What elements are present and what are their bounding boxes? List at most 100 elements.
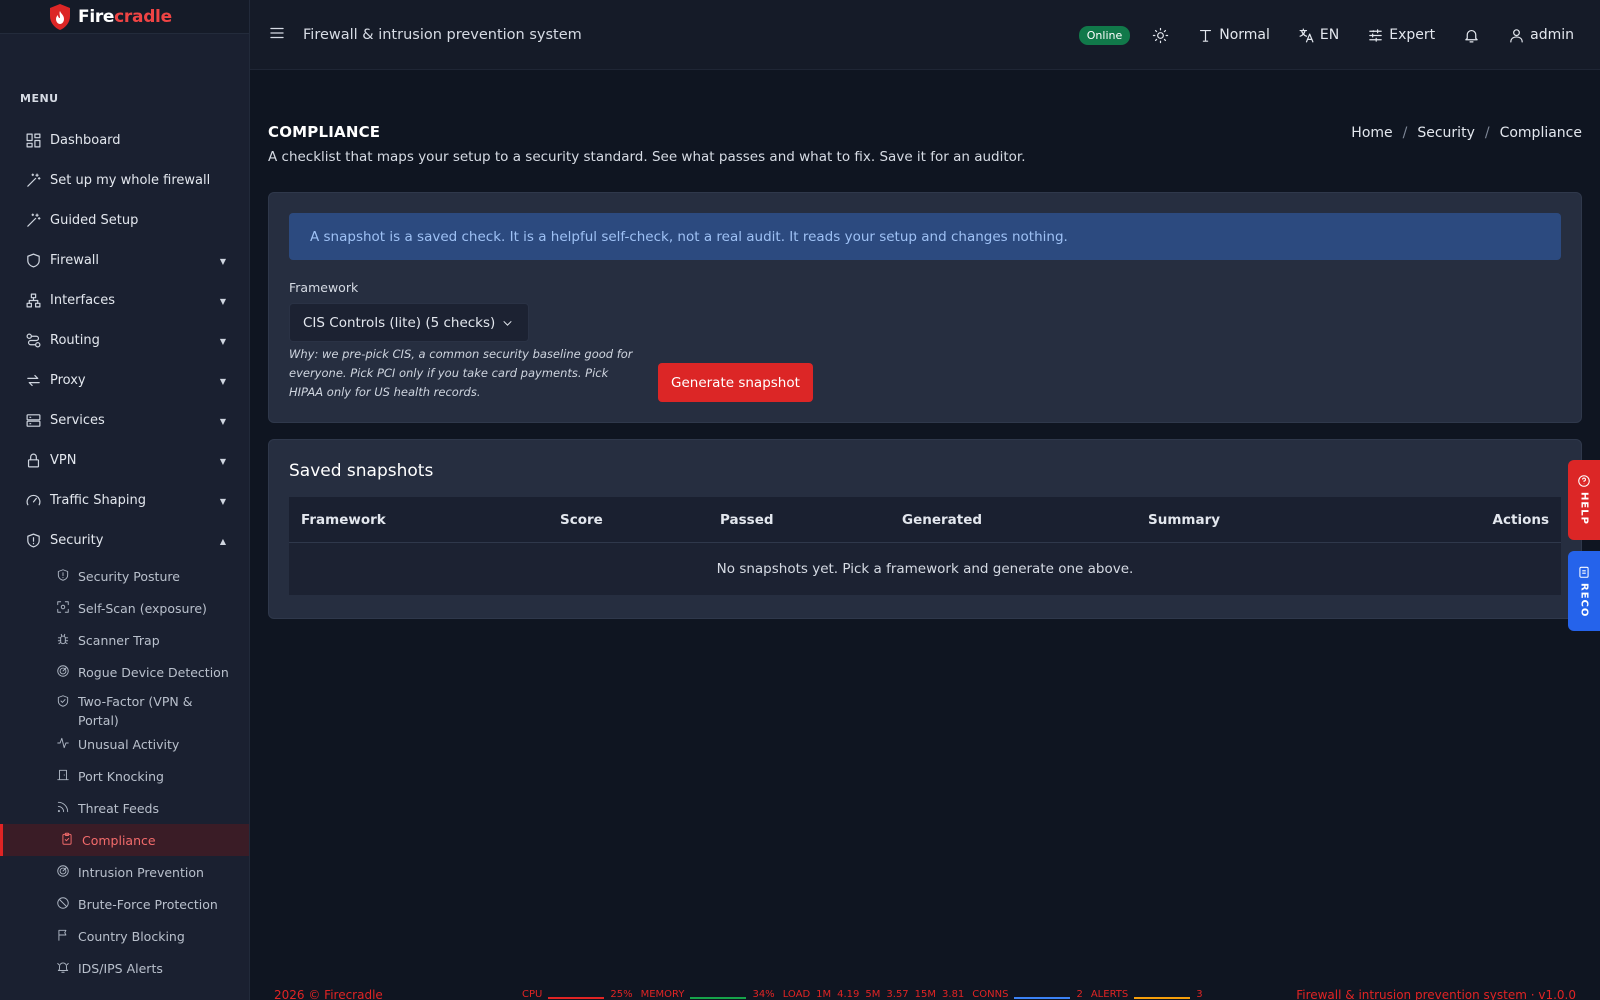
- page-title: COMPLIANCE: [268, 123, 381, 141]
- text-size-button[interactable]: Normal: [1197, 27, 1270, 44]
- help-side-tab[interactable]: HELP: [1568, 460, 1600, 540]
- sidebar-item-vpn[interactable]: VPN ▼: [0, 440, 249, 480]
- memory-label: MEMORY: [640, 989, 685, 1000]
- sidebar-item-guided-setup[interactable]: Guided Setup: [0, 200, 249, 240]
- sidebar-item-security-posture[interactable]: Security Posture: [0, 560, 249, 592]
- sidebar-item-rogue-device-detection[interactable]: Rogue Device Detection: [0, 656, 249, 688]
- alerts-label: ALERTS: [1090, 989, 1129, 1000]
- theme-toggle-button[interactable]: [1152, 27, 1169, 44]
- info-alert: A snapshot is a saved check. It is a hel…: [289, 213, 1561, 260]
- sliders-icon: [1369, 28, 1383, 42]
- firecradle-logo-icon: [50, 3, 70, 30]
- status-badge: Online: [1078, 25, 1131, 45]
- door-icon: [56, 768, 72, 784]
- sidebar-item-label: Scanner Trap: [78, 632, 160, 648]
- sidebar-item-dashboard[interactable]: Dashboard: [0, 120, 249, 160]
- sidebar-item-services[interactable]: Services ▼: [0, 400, 249, 440]
- sidebar-item-port-knocking[interactable]: Port Knocking: [0, 760, 249, 792]
- brand-name: Firecradle: [78, 6, 172, 27]
- framework-select[interactable]: CIS Controls (lite) (5 checks): [289, 303, 529, 342]
- breadcrumb-home[interactable]: Home: [1351, 125, 1392, 141]
- sidebar-item-proxy[interactable]: Proxy ▼: [0, 360, 249, 400]
- gauge-icon: [24, 491, 42, 509]
- ban-icon: [56, 896, 72, 912]
- sidebar-item-traffic-shaping[interactable]: Traffic Shaping ▼: [0, 480, 249, 520]
- header-actions: Online Normal EN Expert admin: [1078, 0, 1574, 70]
- reco-side-tab[interactable]: RECO: [1568, 551, 1600, 631]
- header-title: Firewall & intrusion prevention system: [303, 26, 582, 43]
- sidebar-item-scanner-trap[interactable]: Scanner Trap: [0, 624, 249, 656]
- bell-icon: [1465, 29, 1478, 42]
- lock-icon: [24, 451, 42, 469]
- sun-icon: [1153, 27, 1169, 43]
- radar-icon: [56, 664, 72, 680]
- menu-toggle-icon[interactable]: [268, 24, 288, 46]
- sidebar-item-two-factor[interactable]: Two-Factor (VPN & Portal): [0, 688, 249, 728]
- column-score: Score: [560, 512, 603, 528]
- conns-label: CONNS: [972, 989, 1009, 1000]
- sidebar-item-label: IDS/IPS Alerts: [78, 960, 163, 976]
- memory-stat: MEMORY 34%: [641, 989, 775, 1000]
- text-size-label: Normal: [1219, 27, 1270, 43]
- sidebar-item-label: Services: [50, 412, 105, 428]
- sidebar-item-self-scan[interactable]: Self-Scan (exposure): [0, 592, 249, 624]
- memory-value: 34%: [752, 989, 775, 1000]
- sidebar-item-label: Compliance: [82, 832, 156, 848]
- caret-down-icon: ▼: [219, 337, 226, 346]
- column-passed: Passed: [720, 512, 774, 528]
- sidebar-item-threat-feeds[interactable]: Threat Feeds: [0, 792, 249, 824]
- footer-version: Firewall & intrusion prevention system ·…: [1296, 988, 1576, 1000]
- shield-icon: [24, 251, 42, 269]
- sidebar-item-routing[interactable]: Routing ▼: [0, 320, 249, 360]
- sidebar-item-country-blocking[interactable]: Country Blocking: [0, 920, 249, 952]
- user-menu-button[interactable]: admin: [1508, 27, 1574, 44]
- notifications-button[interactable]: [1463, 27, 1480, 44]
- language-button[interactable]: EN: [1298, 27, 1339, 44]
- sidebar-item-firewall[interactable]: Firewall ▼: [0, 240, 249, 280]
- saved-snapshots-card: Saved snapshots Framework Score Passed G…: [268, 439, 1582, 619]
- alerts-value: 3: [1196, 989, 1203, 1000]
- rss-icon: [56, 800, 72, 816]
- caret-down-icon: ▼: [219, 377, 226, 386]
- dashboard-icon: [24, 131, 42, 149]
- sidebar: Firecradle MENU Dashboard Set up my whol…: [0, 0, 250, 1000]
- footer-copyright: 2026 © Firecradle: [274, 988, 383, 1000]
- page-subtitle: A checklist that maps your setup to a se…: [268, 149, 1026, 165]
- help-tab-label: HELP: [1578, 492, 1590, 525]
- network-icon: [24, 291, 42, 309]
- sidebar-item-label: Intrusion Prevention: [78, 864, 204, 880]
- clipboard-check-icon: [60, 832, 76, 848]
- top-header: Firewall & intrusion prevention system O…: [250, 0, 1600, 70]
- load-stat: LOAD 1M 4.19 5M 3.57 15M 3.81: [783, 989, 965, 1000]
- table-header: Framework Score Passed Generated Summary…: [289, 497, 1561, 543]
- caret-up-icon: ▲: [219, 537, 226, 546]
- sidebar-item-interfaces[interactable]: Interfaces ▼: [0, 280, 249, 320]
- chevron-down-icon: [503, 320, 512, 326]
- sidebar-item-security[interactable]: Security ▲: [0, 520, 249, 560]
- sidebar-item-intrusion-prevention[interactable]: Intrusion Prevention: [0, 856, 249, 888]
- sidebar-item-label: Firewall: [50, 252, 100, 268]
- sidebar-item-compliance[interactable]: Compliance: [0, 824, 249, 856]
- sidebar-item-label: Proxy: [50, 372, 86, 388]
- sidebar-item-label: VPN: [50, 452, 77, 468]
- sidebar-item-setup-whole-firewall[interactable]: Set up my whole firewall: [0, 160, 249, 200]
- user-icon: [1510, 28, 1523, 42]
- radar-icon: [56, 864, 72, 880]
- arrows-icon: [24, 371, 42, 389]
- mode-button[interactable]: Expert: [1367, 27, 1435, 44]
- generate-snapshot-button[interactable]: Generate snapshot: [658, 363, 813, 402]
- sidebar-item-label: Routing: [50, 332, 100, 348]
- caret-down-icon: ▼: [219, 257, 226, 266]
- cpu-label: CPU: [522, 989, 543, 1000]
- brand[interactable]: Firecradle: [0, 0, 249, 34]
- sidebar-item-ids-ips-alerts[interactable]: IDS/IPS Alerts: [0, 952, 249, 984]
- sidebar-item-label: Dashboard: [50, 132, 121, 148]
- breadcrumb-security[interactable]: Security: [1417, 125, 1475, 141]
- sidebar-item-label: Country Blocking: [78, 928, 185, 944]
- sidebar-item-label: Brute-Force Protection: [78, 896, 218, 912]
- sidebar-item-unusual-activity[interactable]: Unusual Activity: [0, 728, 249, 760]
- sidebar-item-brute-force-protection[interactable]: Brute-Force Protection: [0, 888, 249, 920]
- conns-value: 2: [1076, 989, 1083, 1000]
- route-icon: [24, 331, 42, 349]
- snapshots-table: Framework Score Passed Generated Summary…: [289, 497, 1561, 595]
